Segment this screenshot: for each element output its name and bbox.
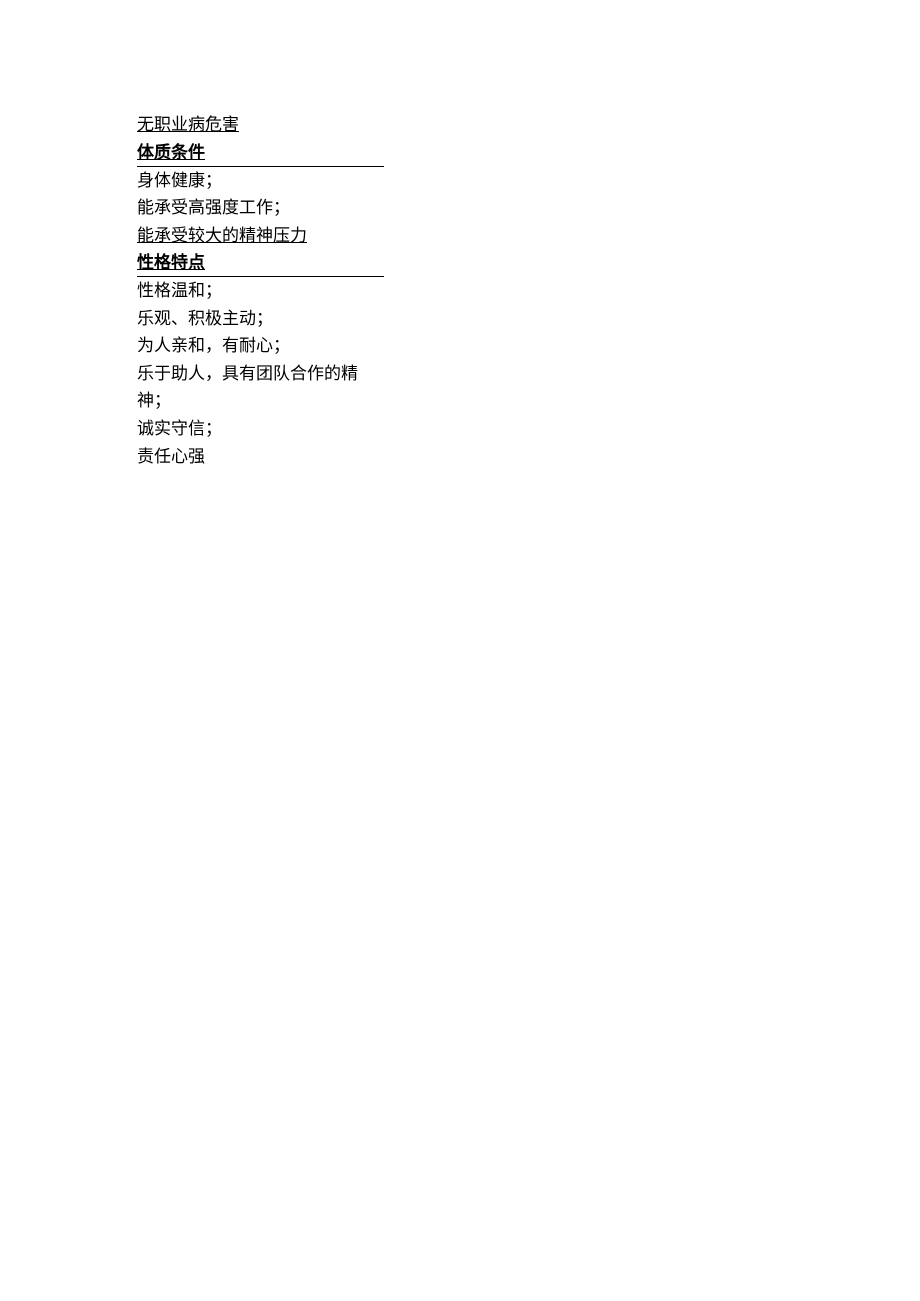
occupational-hazard-line: 无职业病危害 (137, 111, 384, 139)
personality-trait-item: 乐于助人，具有团队合作的精神； (137, 360, 384, 415)
physical-condition-item: 能承受高强度工作； (137, 194, 384, 222)
personality-trait-item: 性格温和； (137, 277, 384, 305)
personality-trait-item: 诚实守信； (137, 415, 384, 443)
personality-trait-item: 乐观、积极主动； (137, 305, 384, 333)
physical-condition-item: 身体健康； (137, 167, 384, 195)
document-page: 无职业病危害 体质条件 身体健康； 能承受高强度工作； 能承受较大的精神压力 性… (0, 0, 384, 470)
heading-physical-conditions: 体质条件 (137, 139, 384, 167)
physical-condition-item: 能承受较大的精神压力 (137, 222, 384, 250)
heading-personality-traits: 性格特点 (137, 249, 384, 277)
personality-trait-item: 为人亲和，有耐心； (137, 332, 384, 360)
personality-trait-item: 责任心强 (137, 443, 384, 471)
